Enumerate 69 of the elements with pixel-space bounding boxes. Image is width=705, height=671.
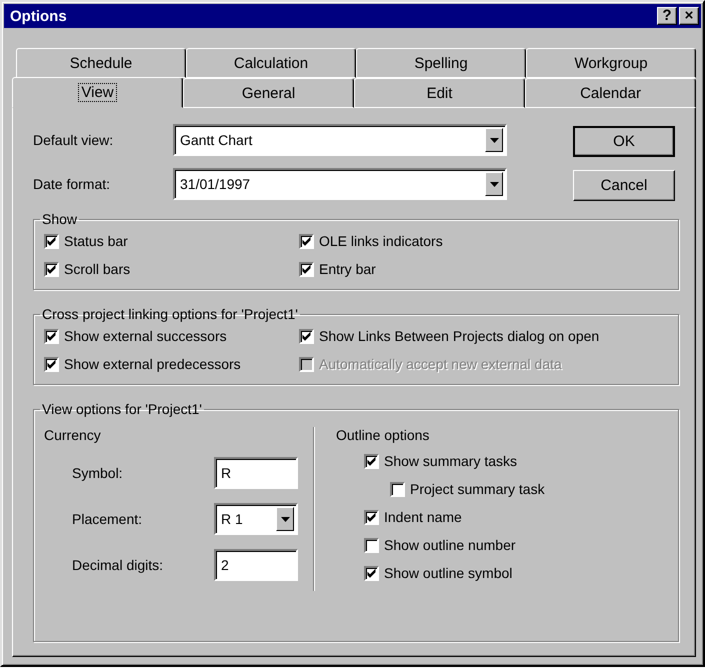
section-title: Outline options: [336, 427, 430, 443]
help-button[interactable]: ?: [657, 7, 677, 25]
checkmark-icon: [302, 332, 311, 340]
tab[interactable]: Workgroup: [526, 48, 696, 78]
field-label: Placement:: [72, 511, 144, 527]
tab[interactable]: Edit: [354, 78, 525, 108]
checkbox[interactable]: [44, 328, 59, 344]
caret-down-icon: [280, 516, 290, 522]
checkbox-label: Show summary tasks: [384, 453, 518, 469]
checkbox-label: Project summary task: [410, 481, 545, 497]
checkbox-label: Show Links Between Projects dialog on open: [319, 328, 600, 344]
checkbox[interactable]: [44, 356, 59, 372]
checkmark-icon: [302, 236, 311, 246]
checkbox[interactable]: [44, 262, 59, 276]
checkbox-label: Show external successors: [64, 328, 227, 344]
checkbox-label: Entry bar: [319, 261, 376, 277]
checkbox-label: Status bar: [64, 233, 128, 249]
checkbox-label: Scroll bars: [64, 261, 130, 277]
checkmark-icon: [47, 332, 56, 340]
group-title: Show: [41, 211, 78, 227]
checkbox-label: Show outline number: [384, 537, 516, 553]
window-title: Options: [10, 8, 68, 24]
checkbox-label: Indent name: [384, 509, 462, 525]
group-title: View options for 'Project1': [41, 401, 203, 417]
checkmark-icon: [47, 264, 56, 274]
section-title: Currency: [44, 427, 102, 443]
checkmark-icon: [302, 264, 311, 274]
checkbox-label: Show outline symbol: [384, 565, 512, 581]
field-label: Date format:: [33, 176, 112, 192]
checkbox[interactable]: [364, 454, 379, 468]
input-field[interactable]: 2: [214, 549, 298, 581]
field-label: Symbol:: [72, 465, 124, 481]
checkbox[interactable]: [299, 328, 314, 344]
checkmark-icon: [367, 568, 376, 578]
dropdown-button[interactable]: [276, 507, 294, 531]
checkbox-label: Automatically accept new external data: [319, 356, 562, 372]
tab[interactable]: General: [183, 78, 354, 108]
checkmark-icon: [367, 512, 376, 522]
checkmark-icon: [47, 360, 56, 368]
field-label: Decimal digits:: [72, 557, 164, 573]
checkbox[interactable]: [364, 566, 379, 580]
tab[interactable]: Schedule: [16, 48, 186, 78]
checkmark-icon: [47, 236, 56, 246]
field-label: Default view:: [33, 132, 114, 148]
checkbox[interactable]: [299, 262, 314, 276]
checkbox-label: OLE links indicators: [319, 233, 443, 249]
dropdown-field[interactable]: R 1: [214, 503, 298, 535]
checkmark-icon: [367, 456, 376, 466]
dropdown-field[interactable]: 31/01/1997: [173, 168, 507, 200]
close-button[interactable]: ×: [679, 7, 699, 25]
checkbox[interactable]: [44, 234, 59, 248]
dialog-button[interactable]: Cancel: [573, 170, 675, 201]
checkbox[interactable]: [390, 482, 405, 496]
tab[interactable]: Calculation: [186, 48, 356, 78]
dropdown-field[interactable]: Gantt Chart: [173, 124, 507, 156]
tab[interactable]: Calendar: [525, 78, 696, 108]
checkbox-label: Show external predecessors: [64, 356, 241, 372]
dialog-button[interactable]: OK: [573, 126, 675, 157]
checkbox[interactable]: [364, 538, 379, 552]
tab[interactable]: View: [12, 77, 183, 108]
dropdown-button[interactable]: [485, 172, 503, 196]
dropdown-button[interactable]: [485, 128, 503, 152]
checkbox[interactable]: [364, 510, 379, 524]
caret-down-icon: [490, 138, 498, 142]
input-field[interactable]: R: [214, 457, 298, 489]
group-title: Cross project linking options for 'Project1': [41, 306, 299, 322]
caret-down-icon: [490, 182, 498, 186]
tab[interactable]: Spelling: [356, 48, 526, 78]
checkbox[interactable]: [299, 234, 314, 248]
